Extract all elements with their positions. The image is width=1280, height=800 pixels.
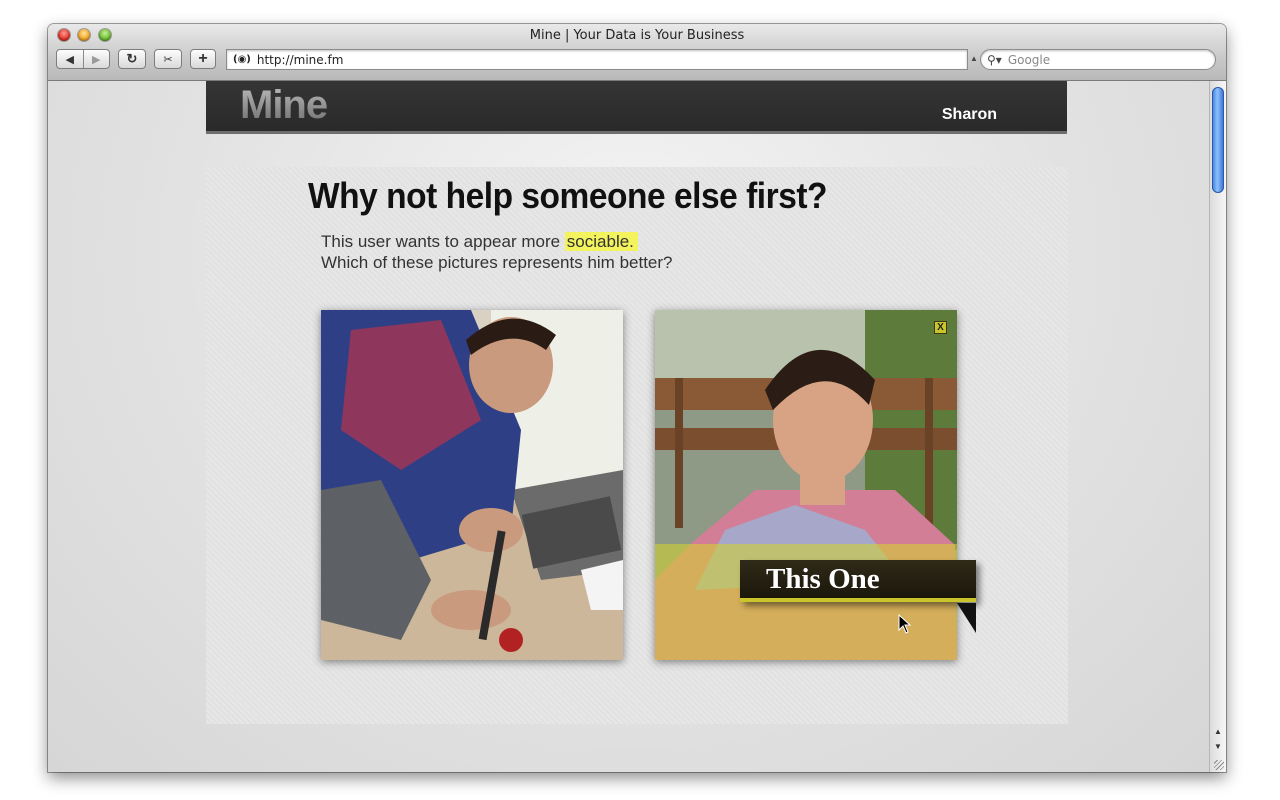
question-line2: Which of these pictures represents him b…: [321, 253, 673, 272]
resize-grip-icon[interactable]: [1214, 760, 1224, 770]
site-favicon-icon: (◉): [233, 54, 251, 65]
highlighted-trait: sociable.: [564, 232, 638, 251]
reload-button[interactable]: ↻: [118, 49, 146, 69]
search-icon: ⚲▾: [987, 52, 1002, 67]
photo-option-right[interactable]: X: [655, 310, 957, 660]
back-button[interactable]: ◀: [57, 50, 84, 68]
address-bar[interactable]: (◉) http://mine.fm: [226, 49, 968, 70]
question-panel: Why not help someone else first? This us…: [206, 167, 1068, 724]
snippet-button[interactable]: ✂: [154, 49, 182, 69]
question-line1: This user wants to appear more: [321, 232, 561, 251]
page-title: Why not help someone else first?: [308, 175, 828, 216]
add-bookmark-button[interactable]: +: [190, 49, 216, 69]
button-ribbon-fold: [957, 603, 976, 633]
title-bar: Mine | Your Data is Your Business ◀ ▶ ↻ …: [48, 24, 1226, 81]
question-text: This user wants to appear more sociable.…: [321, 231, 673, 273]
site-header: Mine Sharon: [206, 81, 1067, 134]
reload-icon: ↻: [126, 51, 138, 66]
nav-button-group: ◀ ▶: [56, 49, 110, 69]
this-one-button[interactable]: This One: [740, 560, 976, 602]
scroll-thumb[interactable]: [1212, 87, 1224, 193]
forward-arrow-icon: ▶: [92, 53, 101, 66]
photo-option-left[interactable]: [321, 310, 623, 660]
window-title: Mine | Your Data is Your Business: [529, 28, 745, 43]
photo-man-with-toolbox: [321, 310, 623, 660]
dismiss-button[interactable]: X: [934, 321, 947, 334]
url-dropdown-icon[interactable]: ▲: [970, 54, 978, 63]
search-input[interactable]: ⚲▾ Google: [980, 49, 1216, 70]
this-one-label: This One: [766, 563, 880, 595]
vertical-scrollbar[interactable]: ▲ ▼: [1209, 81, 1226, 772]
back-arrow-icon: ◀: [65, 53, 74, 66]
forward-button[interactable]: ▶: [84, 50, 110, 68]
scissors-icon: ✂: [163, 53, 173, 66]
mouse-pointer-icon: [898, 614, 912, 634]
scroll-down-icon[interactable]: ▼: [1212, 742, 1224, 751]
url-text: http://mine.fm: [256, 52, 344, 67]
scroll-up-icon[interactable]: ▲: [1212, 727, 1224, 736]
site-logo[interactable]: Mine: [240, 83, 328, 128]
browser-window: Mine | Your Data is Your Business ◀ ▶ ↻ …: [48, 24, 1226, 772]
plus-icon: +: [198, 50, 208, 67]
user-name-link[interactable]: Sharon: [942, 106, 997, 124]
search-placeholder: Google: [1007, 52, 1051, 67]
page-viewport: Mine Sharon Why not help someone else fi…: [48, 81, 1209, 772]
